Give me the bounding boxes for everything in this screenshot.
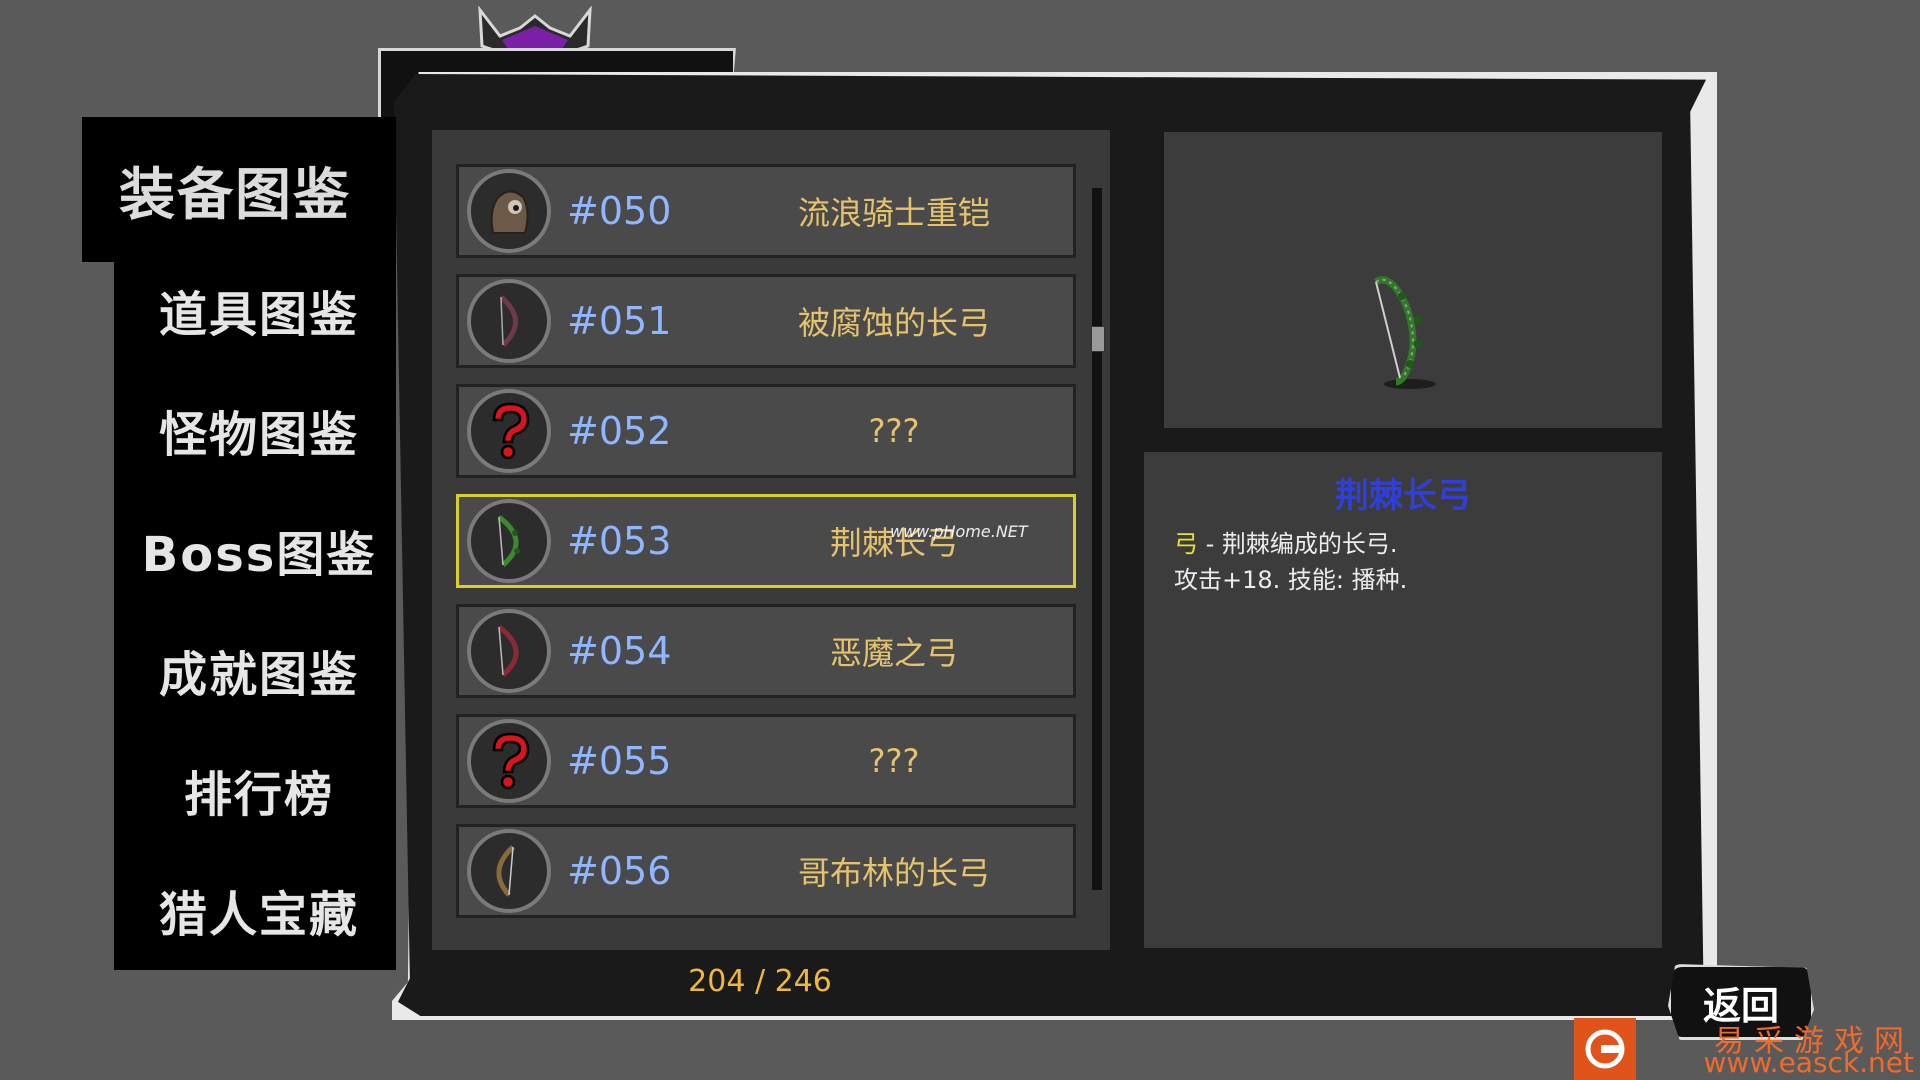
item-desc-line1: - 荆棘编成的长弓. [1198, 530, 1398, 558]
item-name: ??? [868, 742, 920, 780]
sidebar-item-achievements[interactable]: 成就图鉴 [114, 620, 404, 720]
overlay-watermark: www.pHome.NET [890, 522, 1028, 541]
sidebar-item-boss[interactable]: Boss图鉴 [114, 500, 404, 600]
item-name: 荆棘长弓 [829, 524, 958, 562]
item-type-tag: 弓 [1174, 530, 1198, 558]
list-item[interactable]: #054 恶魔之弓 [456, 604, 1076, 698]
scrollbar-track[interactable] [1092, 188, 1102, 890]
item-number: #053 [567, 519, 672, 563]
sidebar-item-equipment[interactable]: 装备图鉴 [90, 140, 380, 240]
item-number: #052 [567, 409, 672, 453]
item-number: #055 [567, 739, 672, 783]
list-item[interactable]: #056 哥布林的长弓 [456, 824, 1076, 918]
armor-icon [467, 169, 551, 253]
list-item[interactable]: #055 ??? [456, 714, 1076, 808]
sidebar-item-leaderboard[interactable]: 排行榜 [114, 740, 404, 840]
list-item[interactable]: #051 被腐蚀的长弓 [456, 274, 1076, 368]
demon-bow-icon [467, 609, 551, 693]
item-desc-line2: 攻击+18. 技能: 播种. [1174, 566, 1408, 594]
item-number: #056 [567, 849, 672, 893]
list-item-selected[interactable]: #053 荆棘长弓 [456, 494, 1076, 588]
question-mark-icon [467, 389, 551, 473]
sidebar-item-items[interactable]: 道具图鉴 [114, 260, 404, 360]
scrollbar-thumb[interactable] [1091, 326, 1105, 352]
item-description: 弓 - 荆棘编成的长弓. 攻击+18. 技能: 播种. [1174, 526, 1634, 598]
question-mark-icon [467, 719, 551, 803]
site-logo-icon [1574, 1018, 1636, 1080]
item-detail-title: 荆棘长弓 [1335, 476, 1471, 516]
thorn-bow-icon [1373, 276, 1436, 389]
item-number: #054 [567, 629, 672, 673]
collection-counter: 204 / 246 [688, 964, 832, 999]
site-watermark-url: www.easck.net [1703, 1046, 1914, 1079]
item-name: 流浪骑士重铠 [797, 194, 990, 232]
item-number: #050 [567, 189, 672, 233]
item-name: 恶魔之弓 [829, 634, 958, 672]
item-number: #051 [567, 299, 672, 343]
item-name: 哥布林的长弓 [797, 854, 990, 892]
thorn-bow-icon [467, 499, 551, 583]
goblin-bow-icon [467, 829, 551, 913]
corroded-bow-icon [467, 279, 551, 363]
sidebar-item-hunter-treasure[interactable]: 猎人宝藏 [114, 860, 404, 960]
item-name: 被腐蚀的长弓 [797, 304, 990, 342]
list-item[interactable]: #050 流浪骑士重铠 [456, 164, 1076, 258]
sidebar-item-monsters[interactable]: 怪物图鉴 [114, 380, 404, 480]
list-item[interactable]: #052 ??? [456, 384, 1076, 478]
item-name: ??? [868, 412, 920, 450]
